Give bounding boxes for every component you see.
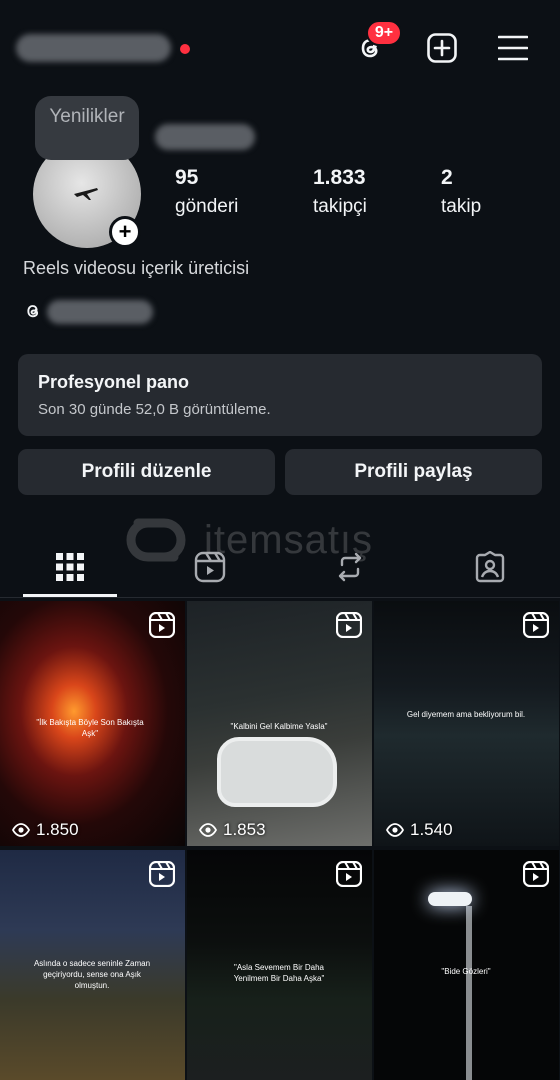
post-caption: "İlk Bakışta Böyle Son Bakışta Aşk"	[36, 718, 144, 738]
top-bar: 9+	[0, 0, 560, 100]
street-lamp-head	[428, 892, 472, 906]
reel-icon	[523, 612, 549, 638]
menu-icon	[498, 35, 528, 61]
stat-label: takip	[441, 196, 482, 217]
reel-icon	[523, 861, 549, 887]
bio-category: Reels videosu içerik üreticisi	[23, 258, 250, 278]
tagged-icon	[475, 551, 505, 583]
share-profile-button[interactable]: Profili paylaş	[285, 449, 542, 495]
post-caption: Aslında o sadece seninle Zaman geçiriyor…	[33, 959, 151, 990]
dashboard-title: Profesyonel pano	[38, 372, 190, 392]
add-post-button[interactable]	[424, 30, 460, 66]
threads-icon	[27, 305, 39, 318]
tab-reposts[interactable]	[305, 536, 395, 598]
post-caption: "Bide Gözleri"	[441, 967, 491, 976]
tab-tagged[interactable]	[445, 536, 535, 598]
street-lamp-shape	[466, 906, 472, 1080]
reel-icon	[336, 861, 362, 887]
view-count-value: 1.850	[36, 820, 79, 839]
grid-icon	[56, 553, 84, 581]
post-thumbnail[interactable]: "Kalbini Gel Kalbime Yasla" 1.853	[187, 601, 372, 846]
note-bubble[interactable]: Yenilikler	[35, 96, 139, 160]
menu-button[interactable]	[495, 30, 531, 66]
reel-icon	[336, 612, 362, 638]
status-dot	[180, 44, 190, 54]
professional-dashboard[interactable]: Profesyonel pano Son 30 günde 52,0 B gör…	[18, 354, 542, 436]
post-thumbnail[interactable]: "Asla Sevemem Bir Daha Yenilmem Bir Daha…	[187, 850, 372, 1080]
posts-grid: "İlk Bakışta Böyle Son Bakışta Aşk" 1.85…	[0, 601, 560, 1080]
post-caption: Gel diyemem ama bekliyorum bil.	[406, 710, 526, 719]
display-name-redacted	[155, 124, 255, 150]
dashboard-subtitle: Son 30 günde 52,0 B görüntüleme.	[38, 401, 271, 418]
view-count: 1.540	[386, 820, 453, 840]
airplane-icon	[74, 188, 98, 200]
reel-icon	[149, 861, 175, 887]
stat-value: 95	[175, 166, 199, 189]
post-caption: "Asla Sevemem Bir Daha Yenilmem Bir Daha…	[233, 963, 325, 983]
eye-icon	[199, 823, 217, 837]
view-count: 1.850	[12, 820, 79, 840]
post-thumbnail[interactable]: Gel diyemem ama bekliyorum bil. 1.540	[374, 601, 559, 846]
stat-posts[interactable]: 95 gönderi	[175, 166, 238, 218]
stat-label: gönderi	[175, 196, 239, 217]
view-count-value: 1.853	[223, 820, 266, 839]
stat-value: 2	[441, 166, 453, 189]
stat-following[interactable]: 2 takip	[441, 166, 481, 218]
stat-value: 1.833	[313, 166, 366, 189]
tab-grid[interactable]	[25, 536, 115, 598]
post-thumbnail[interactable]: Aslında o sadece seninle Zaman geçiriyor…	[0, 850, 185, 1080]
eye-icon	[12, 823, 30, 837]
repost-icon	[338, 552, 362, 582]
post-thumbnail[interactable]: "İlk Bakışta Böyle Son Bakışta Aşk" 1.85…	[0, 601, 185, 846]
post-caption: "Kalbini Gel Kalbime Yasla"	[230, 722, 328, 731]
edit-profile-button[interactable]: Profili düzenle	[18, 449, 275, 495]
add-story-button[interactable]: +	[109, 216, 141, 248]
view-count: 1.853	[199, 820, 266, 840]
profile-tabs	[0, 536, 560, 598]
reels-icon	[194, 551, 226, 583]
notification-badge: 9+	[366, 20, 402, 46]
add-post-icon	[427, 33, 457, 63]
active-tab-indicator	[23, 594, 117, 597]
car-mirror-shape	[217, 737, 337, 807]
reel-icon	[149, 612, 175, 638]
stat-label: takipçi	[313, 196, 367, 217]
tab-reels[interactable]	[165, 536, 255, 598]
eye-icon	[386, 823, 404, 837]
threads-username-redacted	[47, 300, 153, 324]
view-count-value: 1.540	[410, 820, 453, 839]
threads-profile-link[interactable]	[23, 298, 163, 324]
username-redacted[interactable]	[16, 34, 171, 62]
stat-followers[interactable]: 1.833 takipçi	[313, 166, 367, 218]
post-thumbnail[interactable]: "Bide Gözleri"	[374, 850, 559, 1080]
